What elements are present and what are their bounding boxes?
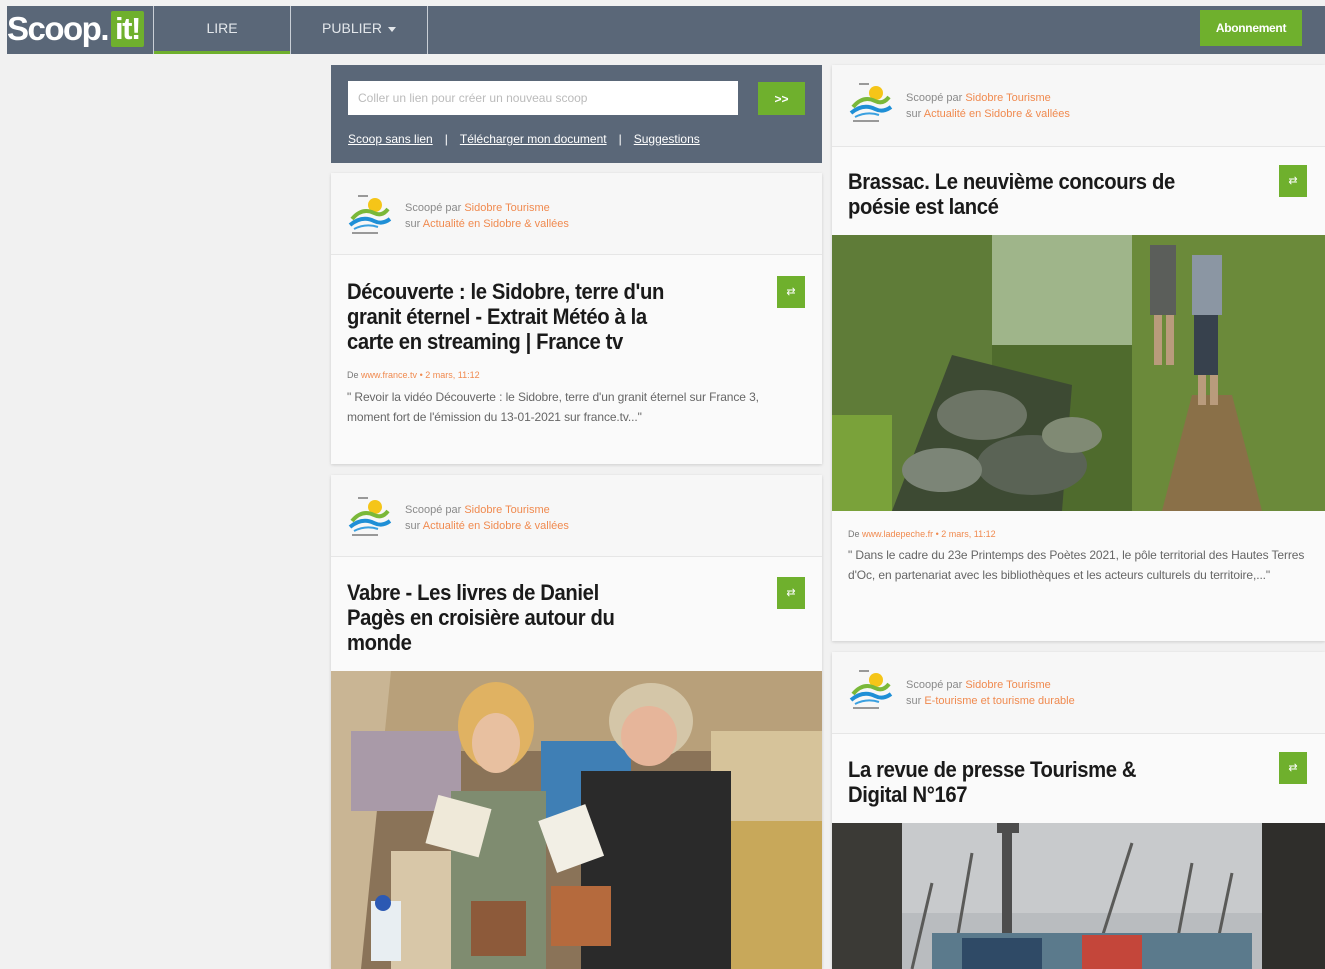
source-prefix: De	[848, 529, 860, 539]
logo-text: Scoop.	[7, 10, 110, 47]
scoop-source: De www.france.tv • 2 mars, 11:12	[347, 370, 480, 380]
scoop-image[interactable]	[331, 671, 822, 969]
rescoop-button[interactable]: ⇄	[777, 577, 805, 609]
rescoop-button[interactable]: ⇄	[777, 276, 805, 308]
post-links: Scoop sans lien | Télécharger mon document…	[348, 132, 700, 146]
source-link[interactable]: www.france.tv	[361, 370, 417, 380]
scoop-card: Scoopé par Sidobre Tourisme sur Actualit…	[331, 173, 822, 464]
scoop-excerpt: " Revoir la vidéo Découverte : le Sidobr…	[347, 390, 759, 424]
upload-document-link[interactable]: Télécharger mon document	[460, 132, 607, 146]
scoop-excerpt: " Dans le cadre du 23e Printemps des Poè…	[848, 548, 1305, 582]
scoop-card: Scoopé par Sidobre Tourisme sur Actualit…	[832, 65, 1325, 641]
scoop-attribution: Scoopé par Sidobre Tourisme sur Actualit…	[405, 502, 569, 534]
rescoop-button[interactable]: ⇄	[1279, 165, 1307, 197]
source-link[interactable]: www.ladepeche.fr	[862, 529, 933, 539]
rescoop-button[interactable]: ⇄	[1279, 752, 1307, 784]
scoopit-logo[interactable]: Scoop. it!	[7, 10, 144, 48]
link-separator: |	[618, 132, 622, 146]
topic-link[interactable]: E-tourisme et tourisme durable	[924, 695, 1074, 707]
scoop-attribution: Scoopé par Sidobre Tourisme sur E-touris…	[906, 677, 1075, 709]
topic-link[interactable]: Actualité en Sidobre & vallées	[924, 108, 1070, 120]
on-topic-label: sur	[906, 695, 922, 707]
nav-tab-publier[interactable]: PUBLIER	[291, 6, 427, 54]
scoop-attribution: Scoopé par Sidobre Tourisme sur Actualit…	[906, 90, 1070, 122]
scoop-header: Scoopé par Sidobre Tourisme sur Actualit…	[331, 173, 822, 255]
scoop-image[interactable]	[832, 235, 1325, 511]
scoop-source: De www.ladepeche.fr • 2 mars, 11:12	[848, 529, 996, 539]
scoop-title[interactable]: Vabre - Les livres de Daniel Pagès en cr…	[347, 580, 651, 655]
topic-link[interactable]: Actualité en Sidobre & vallées	[423, 218, 569, 230]
scoop-header: Scoopé par Sidobre Tourisme sur Actualit…	[331, 475, 822, 557]
curator-link[interactable]: Sidobre Tourisme	[965, 679, 1050, 691]
scoop-card: Scoopé par Sidobre Tourisme sur Actualit…	[331, 475, 822, 969]
curator-logo-icon[interactable]	[849, 81, 893, 127]
curator-logo-icon[interactable]	[849, 668, 893, 714]
subscribe-button[interactable]: Abonnement	[1200, 10, 1302, 46]
scoop-title[interactable]: Découverte : le Sidobre, terre d'un gran…	[347, 279, 687, 354]
new-scoop-panel: >> Scoop sans lien | Télécharger mon docum…	[331, 65, 822, 163]
on-topic-label: sur	[405, 218, 421, 230]
suggestions-link[interactable]: Suggestions	[634, 132, 700, 146]
scoop-date: 2 mars, 11:12	[425, 370, 480, 380]
scooped-by-label: Scoopé par	[906, 679, 963, 691]
nav-tab-label: PUBLIER	[322, 20, 382, 36]
scoop-image[interactable]	[832, 823, 1325, 969]
scoop-date: 2 mars, 11:12	[941, 529, 996, 539]
logo-it-badge: it!	[111, 11, 144, 47]
scoop-url-input[interactable]	[348, 81, 738, 115]
scooped-by-label: Scoopé par	[405, 504, 462, 516]
scoop-header: Scoopé par Sidobre Tourisme sur Actualit…	[832, 65, 1325, 147]
source-prefix: De	[347, 370, 359, 380]
submit-scoop-button[interactable]: >>	[758, 82, 805, 115]
curator-logo-icon[interactable]	[348, 495, 392, 541]
scoop-attribution: Scoopé par Sidobre Tourisme sur Actualit…	[405, 200, 569, 232]
scooped-by-label: Scoopé par	[405, 202, 462, 214]
scoop-title[interactable]: Brassac. Le neuvième concours de poésie …	[848, 169, 1188, 219]
curator-link[interactable]: Sidobre Tourisme	[464, 504, 549, 516]
curator-link[interactable]: Sidobre Tourisme	[464, 202, 549, 214]
nav-tab-lire[interactable]: LIRE	[154, 6, 290, 54]
scoop-header: Scoopé par Sidobre Tourisme sur E-touris…	[832, 652, 1325, 734]
curator-logo-icon[interactable]	[348, 193, 392, 239]
nav-divider	[427, 6, 428, 54]
scoop-without-link-link[interactable]: Scoop sans lien	[348, 132, 433, 146]
scoop-title[interactable]: La revue de presse Tourisme & Digital N°…	[848, 757, 1161, 807]
curator-link[interactable]: Sidobre Tourisme	[965, 92, 1050, 104]
nav-tab-label: LIRE	[206, 20, 238, 36]
on-topic-label: sur	[405, 520, 421, 532]
top-navbar: Scoop. it! LIRE PUBLIER Abonnement	[7, 6, 1325, 54]
scoop-card: Scoopé par Sidobre Tourisme sur E-touris…	[832, 652, 1325, 969]
on-topic-label: sur	[906, 108, 922, 120]
scooped-by-label: Scoopé par	[906, 92, 963, 104]
link-separator: |	[444, 132, 448, 146]
caret-down-icon	[387, 26, 396, 32]
topic-link[interactable]: Actualité en Sidobre & vallées	[423, 520, 569, 532]
